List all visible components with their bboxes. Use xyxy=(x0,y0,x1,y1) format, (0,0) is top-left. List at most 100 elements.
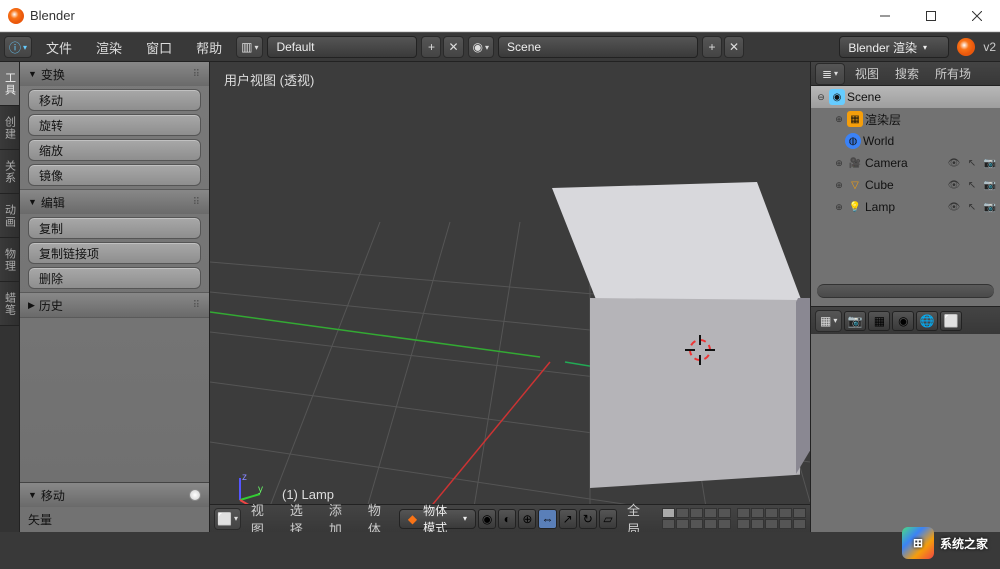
orientation-dropdown[interactable]: 全局 xyxy=(619,500,656,533)
editor-type-properties-icon[interactable]: ▦▾ xyxy=(815,310,842,332)
shading-menu-icon[interactable]: ◐ xyxy=(498,509,516,529)
menu-help[interactable]: 帮助 xyxy=(186,33,232,61)
tab-physics[interactable]: 物理 xyxy=(0,238,19,282)
editor-type-info-icon[interactable]: ⓘ▾ xyxy=(4,36,32,58)
default-cube[interactable] xyxy=(540,182,810,462)
editor-type-3dview-icon[interactable]: ⬜▾ xyxy=(214,508,241,530)
properties-panel[interactable] xyxy=(811,334,1000,532)
transform-label: 变换 xyxy=(41,66,65,83)
scene-browse-icon[interactable]: ◉▾ xyxy=(468,36,495,58)
cursor-icon: ↖ xyxy=(964,199,980,215)
translate-manipulator-icon[interactable]: ↗ xyxy=(559,509,577,529)
view-menu[interactable]: 视图 xyxy=(243,500,280,533)
edit-panel-header[interactable]: ▼编辑⠿ xyxy=(20,190,209,214)
layer-buttons[interactable] xyxy=(662,508,731,529)
tool-shelf: ▼变换⠿ 移动 旋转 缩放 镜像 ▼编辑⠿ 复制 复制链接项 删除 ▶历史⠿ ▼… xyxy=(20,62,210,532)
engine-value: Blender 渲染 xyxy=(848,39,917,56)
render-icon: 📷 xyxy=(982,155,998,171)
screen-layout-icon[interactable]: ▥▾ xyxy=(236,36,263,58)
menu-window[interactable]: 窗口 xyxy=(136,33,182,61)
scene-dropdown[interactable]: Scene xyxy=(498,36,698,58)
outliner-search-menu[interactable]: 搜索 xyxy=(889,65,925,82)
operator-panel-header[interactable]: ▼移动 xyxy=(20,483,209,507)
translate-button[interactable]: 移动 xyxy=(28,89,201,111)
prop-world-icon[interactable]: 🌐 xyxy=(916,311,938,331)
scale-manipulator-icon[interactable]: ▱ xyxy=(599,509,617,529)
viewport-label: 用户视图 (透视) xyxy=(224,70,314,89)
scene-add-button[interactable]: + xyxy=(702,36,722,58)
outliner-renderlayers-row[interactable]: ⊕ ▦ 渲染层 xyxy=(811,108,1000,130)
tab-relations[interactable]: 关系 xyxy=(0,150,19,194)
close-button[interactable] xyxy=(954,0,1000,32)
camera-icon: 🎥 xyxy=(847,155,863,171)
object-menu[interactable]: 物体 xyxy=(360,500,397,533)
menu-file[interactable]: 文件 xyxy=(36,33,82,61)
right-panel: ≣▾ 视图 搜索 所有场 ⊖ ◉ Scene ⊕ ▦ 渲染层 ◍ World ⊕ xyxy=(810,62,1000,532)
minimize-button[interactable] xyxy=(862,0,908,32)
viewport-header: ⬜▾ 视图 选择 添加 物体 ◆物体模式▾ ◉ ◐ ⊕ ⇔ ↗ ↻ ▱ 全局 xyxy=(210,504,810,532)
mirror-button[interactable]: 镜像 xyxy=(28,164,201,186)
3d-viewport[interactable]: 用户视图 (透视) (1) Lamp z y x ⬜▾ 视图 选择 添加 物体 xyxy=(210,62,810,532)
titlebar: Blender xyxy=(0,0,1000,32)
prop-scene-icon[interactable]: ◉ xyxy=(892,311,914,331)
manipulator-toggle-icon[interactable]: ⇔ xyxy=(538,509,556,529)
layers-icon: ▦ xyxy=(847,111,863,127)
blender-icon xyxy=(957,38,975,56)
delete-button[interactable]: 删除 xyxy=(28,267,201,289)
tab-animation[interactable]: 动画 xyxy=(0,194,19,238)
maximize-button[interactable] xyxy=(908,0,954,32)
editor-type-outliner-icon[interactable]: ≣▾ xyxy=(815,63,845,85)
lamp-icon: 💡 xyxy=(847,199,863,215)
y-axis-line xyxy=(210,312,540,357)
mode-dropdown[interactable]: ◆物体模式▾ xyxy=(399,509,476,529)
select-menu[interactable]: 选择 xyxy=(282,500,319,533)
add-menu[interactable]: 添加 xyxy=(321,500,358,533)
layout-remove-button[interactable]: ✕ xyxy=(443,36,463,58)
history-label: 历史 xyxy=(39,297,63,314)
duplicate-button[interactable]: 复制 xyxy=(28,217,201,239)
pivot-icon[interactable]: ⊕ xyxy=(518,509,536,529)
world-icon: ◍ xyxy=(845,133,861,149)
duplicate-linked-button[interactable]: 复制链接项 xyxy=(28,242,201,264)
outliner[interactable]: ⊖ ◉ Scene ⊕ ▦ 渲染层 ◍ World ⊕ 🎥 Camera 👁↖📷 xyxy=(811,86,1000,306)
layer-buttons-2[interactable] xyxy=(737,508,806,529)
prop-object-icon[interactable]: ⬜ xyxy=(940,311,962,331)
layout-add-button[interactable]: + xyxy=(421,36,441,58)
prop-render-icon[interactable]: 📷 xyxy=(844,311,866,331)
outliner-scene-row[interactable]: ⊖ ◉ Scene xyxy=(811,86,1000,108)
layout-dropdown[interactable]: Default xyxy=(267,36,417,58)
outliner-lamp-row[interactable]: ⊕ 💡 Lamp 👁↖📷 xyxy=(811,196,1000,218)
render-icon: 📷 xyxy=(982,177,998,193)
watermark-text: 系统之家 xyxy=(940,535,988,552)
edit-label: 编辑 xyxy=(41,194,65,211)
render-icon: 📷 xyxy=(982,199,998,215)
info-header: ⓘ▾ 文件 渲染 窗口 帮助 ▥▾ Default + ✕ ◉▾ Scene +… xyxy=(0,32,1000,62)
rotate-button[interactable]: 旋转 xyxy=(28,114,201,136)
scale-button[interactable]: 缩放 xyxy=(28,139,201,161)
prop-renderlayers-icon[interactable]: ▦ xyxy=(868,311,890,331)
eye-icon: 👁 xyxy=(946,177,962,193)
outliner-filter-dropdown[interactable]: 所有场 xyxy=(929,65,977,82)
workspace: 工具 创建 关系 动画 物理 蜡笔 ▼变换⠿ 移动 旋转 缩放 镜像 ▼编辑⠿ … xyxy=(0,62,1000,532)
tab-tools[interactable]: 工具 xyxy=(0,62,19,106)
shading-solid-icon[interactable]: ◉ xyxy=(478,509,496,529)
rotate-manipulator-icon[interactable]: ↻ xyxy=(579,509,597,529)
scene-remove-button[interactable]: ✕ xyxy=(724,36,744,58)
tab-create[interactable]: 创建 xyxy=(0,106,19,150)
layout-value: Default xyxy=(276,40,314,54)
outliner-view-menu[interactable]: 视图 xyxy=(849,65,885,82)
menu-render[interactable]: 渲染 xyxy=(86,33,132,61)
cursor-icon: ↖ xyxy=(964,177,980,193)
history-panel-header[interactable]: ▶历史⠿ xyxy=(20,293,209,317)
scene-name: Scene xyxy=(847,90,881,104)
version-label: v2 xyxy=(983,40,996,54)
tab-grease-pencil[interactable]: 蜡笔 xyxy=(0,282,19,326)
eye-icon: 👁 xyxy=(946,199,962,215)
mesh-icon: ▽ xyxy=(847,177,863,193)
render-engine-dropdown[interactable]: Blender 渲染▾ xyxy=(839,36,949,58)
outliner-cube-row[interactable]: ⊕ ▽ Cube 👁↖📷 xyxy=(811,174,1000,196)
outliner-camera-row[interactable]: ⊕ 🎥 Camera 👁↖📷 xyxy=(811,152,1000,174)
outliner-world-row[interactable]: ◍ World xyxy=(811,130,1000,152)
transform-panel-header[interactable]: ▼变换⠿ xyxy=(20,62,209,86)
outliner-scrollbar[interactable] xyxy=(817,284,994,298)
